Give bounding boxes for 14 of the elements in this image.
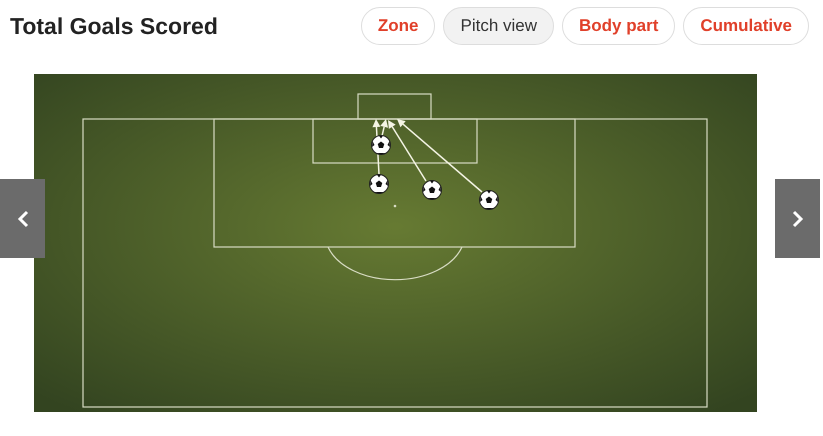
football-icon bbox=[371, 135, 391, 155]
view-tab[interactable]: Zone bbox=[360, 7, 436, 45]
football-icon bbox=[369, 174, 389, 194]
previous-button[interactable] bbox=[0, 179, 45, 258]
next-button[interactable] bbox=[775, 179, 820, 258]
football-icon bbox=[422, 180, 442, 200]
chevron-right-icon bbox=[792, 210, 804, 228]
chart-title: Total Goals Scored bbox=[10, 12, 218, 40]
view-tab[interactable]: Pitch view bbox=[443, 7, 554, 45]
penalty-spot bbox=[394, 204, 396, 208]
view-tab[interactable]: Body part bbox=[562, 7, 676, 45]
view-tab[interactable]: Cumulative bbox=[683, 7, 809, 45]
football-icon bbox=[479, 190, 499, 210]
chevron-left-icon bbox=[16, 210, 28, 228]
